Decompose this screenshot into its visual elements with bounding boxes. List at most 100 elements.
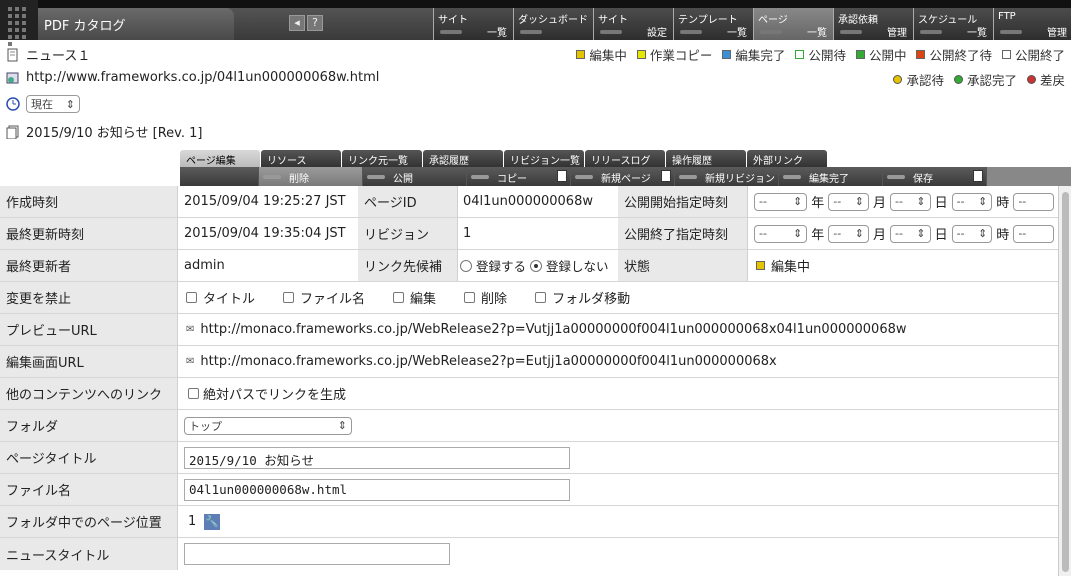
year-select[interactable]: -- ⇕ [754, 192, 808, 211]
status-square-icon [722, 50, 732, 59]
absolute-path-option: 絶対パスでリンクを生成 [178, 378, 1058, 409]
table-row: 最終更新者 admin リンク先候補 登録する 登録しない 状態 編集中 [0, 250, 1058, 282]
tab-operation-history[interactable]: 操作履歴 [666, 150, 746, 167]
nav-site-settings[interactable]: サイト 設定 [593, 8, 673, 40]
day-select[interactable]: -- ⇕ [889, 224, 931, 243]
legend-approval-wait: 承認待 [893, 70, 944, 89]
grid-logo-icon[interactable] [0, 0, 38, 46]
folder-select[interactable]: トップ ⇕ [184, 416, 352, 435]
save-button[interactable]: 保存 [883, 167, 987, 186]
month-select[interactable]: -- ⇕ [828, 224, 869, 243]
nav-site-list[interactable]: サイト 一覧 [433, 8, 513, 40]
status-legend: 編集中 作業コピー 編集完了 公開待 公開中 公開終了待 公開終了 [576, 45, 1065, 64]
nav-ftp[interactable]: FTP 管理 [993, 8, 1071, 40]
top-bar: PDF カタログ ◂ ? サイト 一覧 ダッシュボード サイト 設定 テンプレート一… [0, 0, 1071, 46]
minute-select[interactable]: -- [1013, 224, 1054, 243]
tab-link-sources[interactable]: リンク元一覧 [342, 150, 422, 167]
table-row: 他のコンテンツへのリンク 絶対パスでリンクを生成 [0, 378, 1058, 410]
nav-dashboard[interactable]: ダッシュボード [513, 8, 593, 40]
legend-end-wait: 公開終了待 [916, 45, 992, 64]
news-title-input[interactable] [184, 543, 450, 565]
absolute-path-checkbox[interactable] [188, 388, 199, 399]
lock-edit-checkbox[interactable] [393, 292, 405, 303]
filename-input[interactable]: 04l1un000000068w.html [184, 478, 570, 501]
nav-schedule[interactable]: スケジュール 一覧 [913, 8, 993, 40]
day-select[interactable]: -- ⇕ [889, 192, 931, 211]
register-radio[interactable] [460, 259, 472, 272]
document-icon [557, 170, 567, 182]
table-row: 作成時刻 2015/09/04 19:25:27 JST ページID 04l1u… [0, 186, 1058, 218]
legend-approved: 承認完了 [953, 70, 1017, 89]
nav-approval[interactable]: 承認依頼 管理 [833, 8, 913, 40]
tab-revisions[interactable]: リビジョン一覧 [504, 150, 584, 167]
table-row: ニュースタイトル [0, 538, 1058, 570]
page-title-input[interactable]: 2015/9/10 お知らせ [184, 446, 570, 469]
vertical-scrollbar[interactable] [1058, 186, 1071, 576]
mail-icon: ✉ [186, 356, 195, 367]
lock-title-checkbox[interactable] [186, 292, 197, 303]
status-square-icon [1001, 50, 1011, 59]
table-row: ページタイトル 2015/9/10 お知らせ [0, 442, 1058, 474]
page-properties: 作成時刻 2015/09/04 19:25:27 JST ページID 04l1u… [0, 186, 1058, 570]
nav-page-list[interactable]: ページ 一覧 [753, 8, 833, 40]
copy-button[interactable]: コピー [467, 167, 571, 186]
table-row: フォルダ トップ ⇕ [0, 410, 1058, 442]
tab-release-log[interactable]: リリースログ [585, 150, 665, 167]
legend-ended: 公開終了 [1001, 45, 1065, 64]
document-icon [973, 170, 983, 182]
status-square-icon [576, 50, 586, 59]
edit-complete-button[interactable]: 編集完了 [779, 167, 883, 186]
publish-button[interactable]: 公開 [363, 167, 467, 186]
publish-end-datetime: -- ⇕ 年 -- ⇕ 月 -- ⇕ 日 -- ⇕ 時 -- [748, 218, 1058, 249]
status-square-icon [855, 50, 865, 59]
lock-delete-checkbox[interactable] [464, 292, 476, 303]
edit-url: ✉ http://monaco.frameworks.co.jp/WebRelea… [178, 346, 1058, 377]
preview-url: ✉ http://monaco.frameworks.co.jp/WebRelea… [178, 314, 1058, 345]
document-icon [661, 170, 671, 182]
new-revision-button[interactable]: 新規リビジョン [675, 167, 779, 186]
back-icon[interactable]: ◂ [289, 15, 305, 31]
status-square-icon [756, 261, 765, 270]
web-page-icon [6, 72, 19, 83]
link-candidate-options: 登録する 登録しない [458, 250, 618, 281]
revision-icon [6, 125, 19, 139]
mail-icon: ✉ [186, 324, 195, 335]
year-select[interactable]: -- ⇕ [754, 224, 808, 243]
lock-options: タイトル ファイル名 編集 削除 フォルダ移動 [178, 282, 1058, 313]
status-square-icon [916, 50, 926, 59]
hour-select[interactable]: -- ⇕ [951, 192, 993, 211]
tab-external-links[interactable]: 外部リンク [747, 150, 827, 167]
revision-row: 2015/9/10 お知らせ [Rev. 1] [6, 122, 202, 141]
wrench-icon[interactable]: 🔧 [204, 513, 221, 530]
new-page-button[interactable]: 新規ページ [571, 167, 675, 186]
lock-filename-checkbox[interactable] [283, 292, 295, 303]
top-nav: サイト 一覧 ダッシュボード サイト 設定 テンプレート 一覧 ページ 一覧 承認依頼管… [433, 8, 1071, 40]
nav-template-list[interactable]: テンプレート 一覧 [673, 8, 753, 40]
page-name-row: ニュース１ [6, 45, 90, 64]
minute-select[interactable]: -- [1013, 192, 1054, 211]
table-row: 最終更新時刻 2015/09/04 19:35:04 JST リビジョン 1 公… [0, 218, 1058, 250]
no-register-radio[interactable] [530, 259, 543, 272]
month-select[interactable]: -- ⇕ [828, 192, 869, 211]
page-icon [7, 48, 18, 61]
help-icon[interactable]: ? [307, 15, 323, 31]
action-bar: 削除 公開 コピー 新規ページ 新規リビジョン 編集完了 保存 [180, 167, 1071, 186]
page-url[interactable]: http://www.frameworks.co.jp/04l1un000000… [26, 70, 379, 85]
tab-resources[interactable]: リソース [261, 150, 341, 167]
legend-published: 公開中 [855, 45, 906, 64]
delete-button[interactable]: 削除 [259, 167, 363, 186]
page-name: ニュース１ [26, 49, 91, 64]
status-dot-icon [893, 75, 903, 84]
status-dot-icon [953, 75, 963, 84]
table-row: フォルダ中でのページ位置 1 🔧 [0, 506, 1058, 538]
legend-work-copy: 作業コピー [636, 45, 712, 64]
tab-page-edit[interactable]: ページ編集 [180, 150, 260, 167]
url-row: http://www.frameworks.co.jp/04l1un000000… [6, 70, 379, 85]
time-select[interactable]: 現在 ⇕ [26, 95, 80, 113]
lock-move-checkbox[interactable] [535, 292, 547, 303]
top-strip [0, 0, 1071, 8]
table-row: 変更を禁止 タイトル ファイル名 編集 削除 フォルダ移動 [0, 282, 1058, 314]
table-row: プレビューURL ✉ http://monaco.frameworks.co.jp… [0, 314, 1058, 346]
tab-approval-history[interactable]: 承認履歴 [423, 150, 503, 167]
hour-select[interactable]: -- ⇕ [951, 224, 993, 243]
